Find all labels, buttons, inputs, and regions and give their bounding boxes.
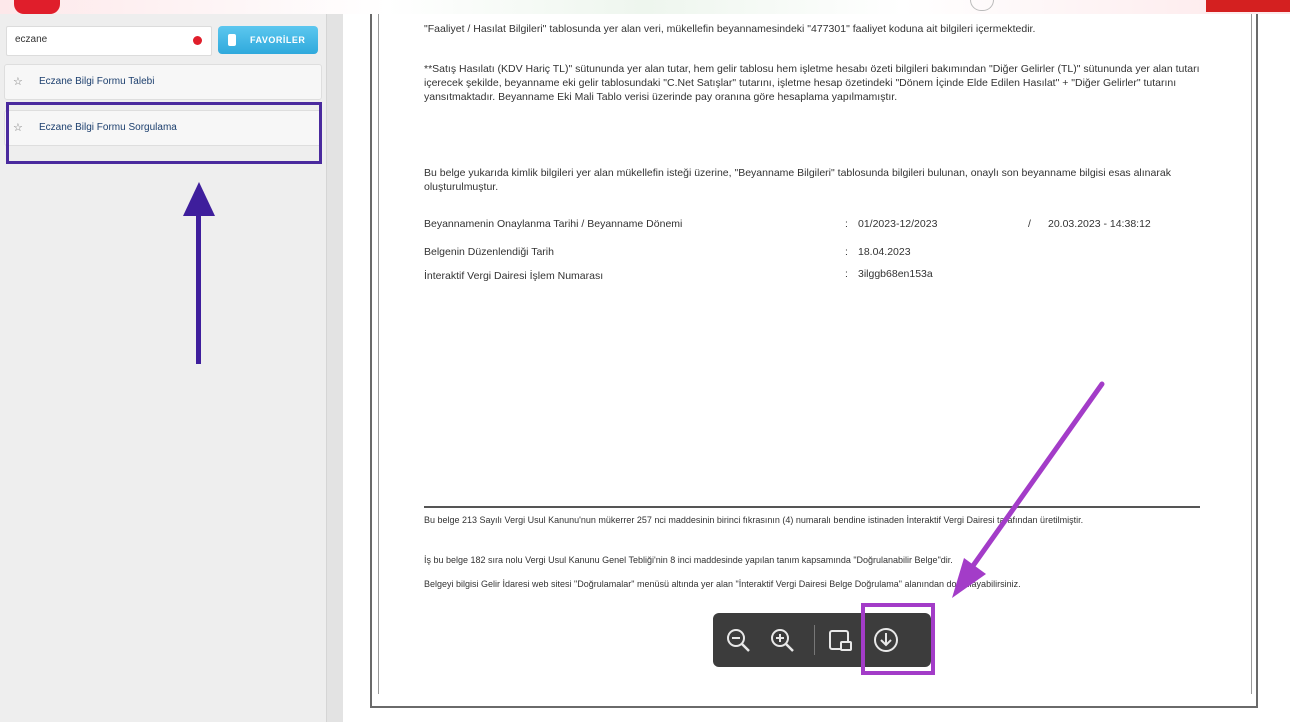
doc-paragraph-3: Bu belge yukarıda kimlik bilgileri yer a… bbox=[424, 167, 1171, 193]
favorites-button-label: FAVORİLER bbox=[250, 35, 306, 45]
doc-row-value: 18.04.2023 bbox=[858, 246, 911, 258]
top-right-button[interactable] bbox=[1206, 0, 1290, 12]
zoom-out-icon[interactable] bbox=[723, 625, 753, 655]
doc-row-value: 3ilggb68en153a bbox=[858, 268, 933, 280]
sidebar-scrollbar[interactable] bbox=[326, 14, 343, 722]
doc-row-sep: : bbox=[845, 218, 848, 230]
bookmark-icon bbox=[228, 34, 236, 46]
doc-row-sep: : bbox=[845, 246, 848, 258]
doc-paragraph-2: **Satış Hasılatı (KDV Hariç TL)" sütunun… bbox=[424, 63, 1200, 103]
doc-footnote-3: Belgeyi bilgisi Gelir İdaresi web sitesi… bbox=[424, 579, 1021, 589]
search-input-value: eczane bbox=[15, 34, 48, 45]
star-icon[interactable]: ☆ bbox=[13, 75, 23, 88]
doc-row-label: Beyannamenin Onaylanma Tarihi / Beyannam… bbox=[424, 218, 683, 230]
doc-row-value: 01/2023-12/2023 bbox=[858, 218, 938, 230]
doc-row-slash: / bbox=[1028, 218, 1031, 230]
doc-row-value2: 20.03.2023 - 14:38:12 bbox=[1048, 218, 1151, 230]
favorites-button[interactable]: FAVORİLER bbox=[218, 26, 318, 54]
sidebar-item-form-request[interactable]: ☆ Eczane Bilgi Formu Talebi bbox=[4, 64, 322, 100]
sidebar-item-label: Eczane Bilgi Formu Talebi bbox=[39, 76, 155, 87]
doc-row-label: İnteraktif Vergi Dairesi İşlem Numarası bbox=[424, 270, 604, 282]
rotate-icon[interactable] bbox=[825, 625, 855, 655]
toolbar-separator bbox=[814, 625, 815, 655]
doc-footnote-1: Bu belge 213 Sayılı Vergi Usul Kanunu'nu… bbox=[424, 515, 1084, 525]
doc-footnote-2: İş bu belge 182 sıra nolu Vergi Usul Kan… bbox=[424, 555, 953, 565]
top-band bbox=[0, 0, 1290, 14]
footer-divider bbox=[424, 506, 1200, 508]
zoom-in-icon[interactable] bbox=[767, 625, 797, 655]
brand-logo[interactable] bbox=[14, 0, 60, 14]
doc-row-label: Belgenin Düzenlendiği Tarih bbox=[424, 246, 554, 258]
clear-icon[interactable] bbox=[193, 36, 202, 45]
doc-row-sep: : bbox=[845, 268, 848, 280]
sidebar-annotation-box bbox=[6, 102, 322, 164]
doc-paragraph-1: "Faaliyet / Hasılat Bilgileri" tablosund… bbox=[424, 23, 1036, 35]
arrow-up-shaft bbox=[196, 208, 201, 364]
search-input[interactable]: eczane bbox=[6, 26, 212, 56]
document-inner-border bbox=[378, 14, 1252, 694]
download-annotation-box bbox=[861, 603, 935, 675]
